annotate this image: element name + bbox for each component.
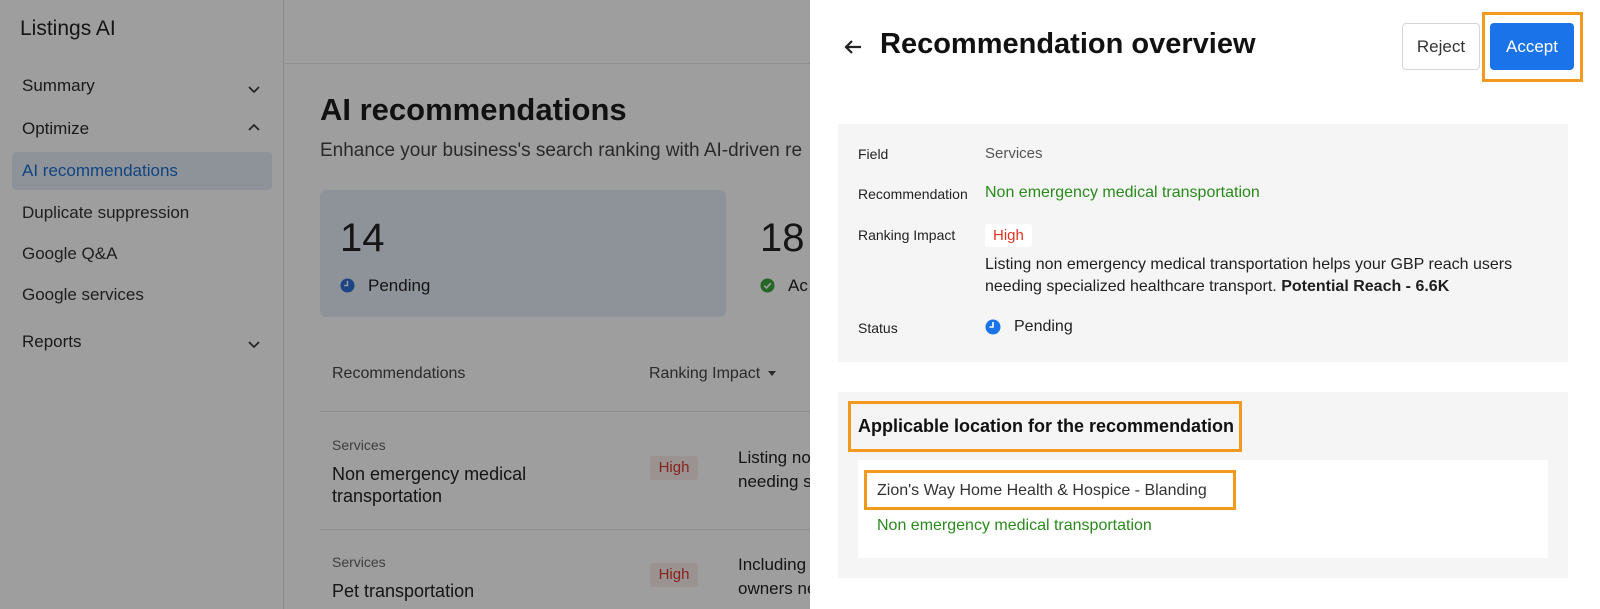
- location-name[interactable]: Zion's Way Home Health & Hospice - Bland…: [877, 482, 1207, 500]
- status-label: Status: [858, 320, 898, 336]
- recommendation-value: Non emergency medical transportation: [985, 184, 1260, 201]
- app: Listings AI Summary Optimize AI recommen…: [0, 0, 1600, 609]
- ranking-impact-label: Ranking Impact: [858, 227, 956, 243]
- recommendation-label: Recommendation: [858, 186, 968, 202]
- back-arrow-icon[interactable]: [842, 36, 864, 58]
- location-recommendation: Non emergency medical transportation: [877, 517, 1152, 534]
- ranking-impact-badge: High: [985, 224, 1032, 247]
- locations-title: Applicable location for the recommendati…: [858, 416, 1235, 436]
- reject-button[interactable]: Reject: [1402, 23, 1480, 70]
- recommendation-drawer: Recommendation overview Reject Accept Fi…: [810, 0, 1600, 609]
- details-panel: Field Services Recommendation Non emerge…: [838, 124, 1568, 362]
- applicable-locations-panel: Applicable location for the recommendati…: [838, 392, 1568, 578]
- field-label: Field: [858, 146, 889, 162]
- field-value: Services: [985, 145, 1043, 162]
- accept-button[interactable]: Accept: [1490, 23, 1574, 70]
- potential-reach: Potential Reach - 6.6K: [1281, 278, 1450, 295]
- location-card: Zion's Way Home Health & Hospice - Bland…: [858, 460, 1548, 558]
- pending-clock-icon: [985, 319, 1001, 335]
- modal-scrim[interactable]: [0, 0, 810, 609]
- recommendation-description: Listing non emergency medical transporta…: [985, 254, 1555, 298]
- status-value: Pending: [1014, 318, 1073, 335]
- drawer-title: Recommendation overview: [880, 28, 1256, 60]
